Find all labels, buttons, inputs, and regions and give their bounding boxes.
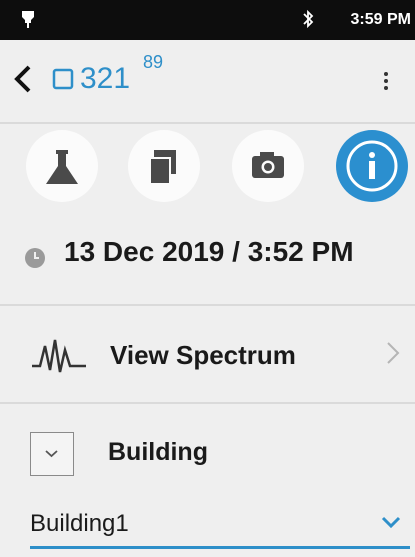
- notification-icon: [20, 9, 36, 34]
- item-icon: [52, 68, 74, 95]
- clock-icon: [24, 247, 46, 274]
- camera-button[interactable]: [232, 130, 304, 202]
- item-id: 321: [80, 62, 131, 95]
- info-icon: [346, 140, 398, 192]
- item-superscript: 89: [143, 52, 164, 72]
- building-select-underline: [30, 546, 410, 549]
- building-expand-toggle[interactable]: [30, 432, 74, 476]
- building-select[interactable]: Building1: [30, 510, 129, 538]
- camera-icon: [252, 152, 284, 178]
- copy-icon: [149, 150, 176, 185]
- chevron-down-icon: [45, 450, 58, 458]
- spectrum-icon: [30, 336, 90, 381]
- view-spectrum-label: View Spectrum: [110, 340, 296, 370]
- back-icon[interactable]: [12, 64, 34, 99]
- app-bar: 321 89: [0, 40, 415, 122]
- status-time: 3:59 PM: [350, 11, 411, 28]
- bluetooth-icon: [301, 8, 315, 35]
- dropdown-arrow-icon[interactable]: [380, 514, 402, 535]
- copy-button[interactable]: [128, 130, 200, 202]
- flask-icon: [46, 150, 78, 184]
- status-bar: 3:59 PM: [0, 0, 415, 40]
- divider: [0, 304, 415, 306]
- timestamp: 13 Dec 2019 / 3:52 PM: [64, 236, 354, 267]
- chevron-right-icon: [386, 341, 400, 370]
- more-icon[interactable]: [382, 70, 390, 97]
- info-button[interactable]: [336, 130, 408, 202]
- flask-button[interactable]: [26, 130, 98, 202]
- building-label: Building: [108, 438, 208, 466]
- view-spectrum-row[interactable]: View Spectrum: [0, 308, 415, 400]
- divider: [0, 122, 415, 124]
- divider: [0, 402, 415, 404]
